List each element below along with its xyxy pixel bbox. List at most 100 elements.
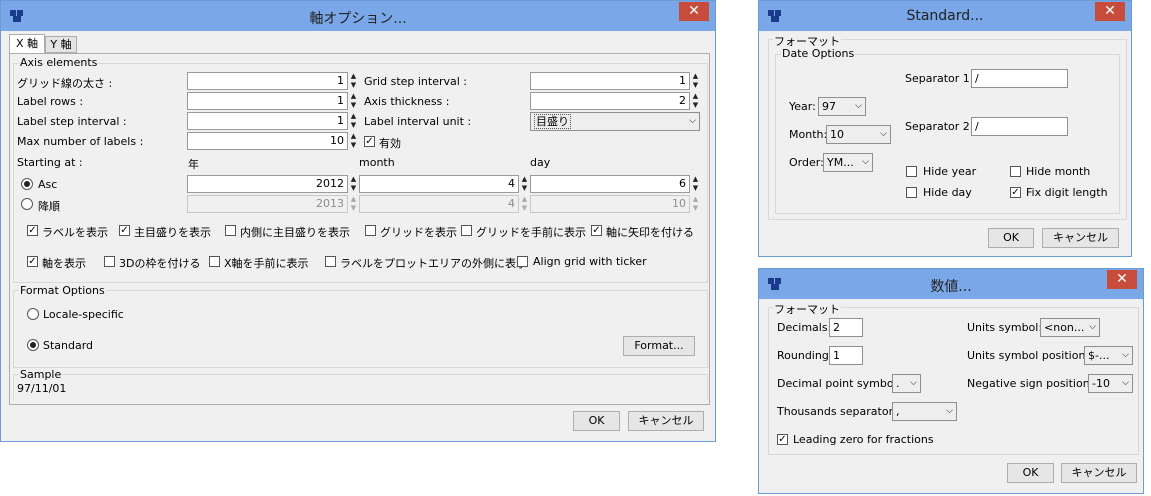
3d-frame-checkbox[interactable] bbox=[104, 256, 115, 267]
rounding-input[interactable]: 1 bbox=[829, 346, 863, 365]
title-bar[interactable]: 軸オプション... ✕ bbox=[1, 1, 715, 31]
x-axis-front-checkbox[interactable] bbox=[209, 256, 220, 267]
separator1-label: Separator 1: bbox=[905, 72, 974, 85]
tab-y-axis[interactable]: Y 軸 bbox=[45, 36, 77, 53]
cancel-button[interactable]: キャンセル bbox=[628, 411, 704, 431]
decimal-symbol-label: Decimal point symbol: bbox=[777, 377, 901, 390]
gridline-width-field[interactable]: 1 bbox=[187, 72, 348, 90]
chevron-down-icon: ⌵ bbox=[910, 378, 917, 388]
spin-arrows[interactable]: ▲ ▼ bbox=[349, 132, 358, 150]
labels-outside-checkbox[interactable] bbox=[325, 256, 336, 267]
show-major-ticks-label: 主目盛りを表示 bbox=[134, 226, 211, 239]
order-label: Order: bbox=[789, 156, 824, 169]
decimals-input[interactable]: 2 bbox=[829, 318, 863, 337]
grid-step-field[interactable]: 1 bbox=[530, 72, 690, 90]
spin-arrows[interactable]: ▲ ▼ bbox=[349, 175, 358, 193]
negative-position-label: Negative sign position: bbox=[967, 377, 1094, 390]
asc-month-field[interactable]: 4 bbox=[359, 175, 519, 193]
label-unit-select[interactable]: 目盛り ⌵ bbox=[530, 112, 700, 131]
separator1-input[interactable]: / bbox=[971, 69, 1068, 88]
show-labels-checkbox[interactable]: ✓ bbox=[27, 225, 38, 236]
show-grid-checkbox[interactable] bbox=[365, 225, 376, 236]
asc-year-field[interactable]: 2012 bbox=[187, 175, 348, 193]
asc-radio[interactable] bbox=[21, 178, 33, 190]
spin-arrows: ▲ ▼ bbox=[521, 195, 528, 212]
dialog-title: Standard... bbox=[906, 8, 984, 24]
spin-arrows: ▲ ▼ bbox=[692, 195, 699, 212]
month-select[interactable]: 10 ⌵ bbox=[826, 125, 891, 144]
grid-step-label: Grid step interval : bbox=[364, 75, 468, 88]
units-symbol-select[interactable]: <non... ⌵ bbox=[1040, 318, 1100, 337]
title-bar[interactable]: 数値... ✕ bbox=[759, 269, 1143, 299]
label-unit-label: Label interval unit : bbox=[364, 115, 472, 128]
close-icon[interactable]: ✕ bbox=[1107, 270, 1137, 289]
chevron-down-icon: ⌵ bbox=[880, 129, 887, 139]
cancel-button[interactable]: キャンセル bbox=[1042, 228, 1119, 248]
negative-position-select[interactable]: -10 ⌵ bbox=[1088, 374, 1133, 393]
ok-button[interactable]: OK bbox=[1007, 463, 1054, 483]
chevron-down-icon: ⌵ bbox=[946, 406, 953, 416]
spin-arrows[interactable]: ▲ ▼ bbox=[691, 92, 700, 110]
year-label: Year: bbox=[789, 100, 816, 113]
spin-arrows[interactable]: ▲ ▼ bbox=[691, 175, 700, 193]
separator2-input[interactable]: / bbox=[971, 117, 1068, 136]
label-rows-field[interactable]: 1 bbox=[187, 92, 348, 110]
order-select[interactable]: YM... ⌵ bbox=[823, 153, 873, 172]
fix-digit-checkbox[interactable]: ✓ bbox=[1010, 187, 1021, 198]
hide-month-checkbox[interactable] bbox=[1010, 166, 1021, 177]
order-value: YM... bbox=[827, 156, 854, 169]
year-value: 97 bbox=[822, 100, 836, 113]
spin-arrows[interactable]: ▲ ▼ bbox=[349, 92, 358, 110]
chevron-down-icon: ⌵ bbox=[855, 101, 862, 111]
spin-arrows[interactable]: ▲ ▼ bbox=[349, 112, 358, 130]
label-step-label: Label step interval : bbox=[17, 115, 127, 128]
desc-radio[interactable] bbox=[21, 198, 33, 210]
title-bar[interactable]: Standard... ✕ bbox=[759, 1, 1131, 31]
hide-year-checkbox[interactable] bbox=[906, 166, 917, 177]
spin-arrows[interactable]: ▲ ▼ bbox=[349, 72, 358, 90]
units-position-select[interactable]: $-... ⌵ bbox=[1084, 346, 1133, 365]
month-column-label: month bbox=[359, 156, 395, 169]
asc-day-field[interactable]: 6 bbox=[530, 175, 690, 193]
close-icon[interactable]: ✕ bbox=[1095, 2, 1125, 21]
inner-major-ticks-checkbox[interactable] bbox=[225, 225, 236, 236]
enabled-checkbox[interactable]: ✓ bbox=[364, 136, 375, 147]
gridline-width-label: グリッド線の太さ : bbox=[17, 77, 113, 90]
date-options-legend: Date Options bbox=[781, 47, 856, 60]
axis-thickness-field[interactable]: 2 bbox=[530, 92, 690, 110]
ok-button[interactable]: OK bbox=[573, 411, 620, 431]
decimals-label: Decimals: bbox=[777, 321, 832, 334]
grid-front-checkbox[interactable] bbox=[461, 225, 472, 236]
decimal-symbol-select[interactable]: . ⌵ bbox=[892, 374, 921, 393]
spin-arrows[interactable]: ▲ ▼ bbox=[520, 175, 529, 193]
format-options-group bbox=[13, 290, 708, 368]
starting-at-label: Starting at : bbox=[17, 156, 83, 169]
show-major-ticks-checkbox[interactable]: ✓ bbox=[119, 225, 130, 236]
tab-x-axis[interactable]: X 軸 bbox=[9, 34, 45, 54]
thousands-select[interactable]: , ⌵ bbox=[892, 402, 957, 421]
leading-zero-checkbox[interactable]: ✓ bbox=[777, 434, 788, 445]
units-position-label: Units symbol position: bbox=[967, 349, 1090, 362]
hide-day-checkbox[interactable] bbox=[906, 187, 917, 198]
chevron-down-icon: ⌵ bbox=[862, 157, 869, 167]
year-select[interactable]: 97 ⌵ bbox=[818, 97, 866, 116]
desc-month-field: 4 bbox=[359, 195, 519, 213]
day-column-label: day bbox=[530, 156, 551, 169]
format-button[interactable]: Format... bbox=[623, 336, 695, 356]
thousands-value: , bbox=[896, 405, 900, 418]
max-labels-field[interactable]: 10 bbox=[187, 132, 348, 150]
label-step-field[interactable]: 1 bbox=[187, 112, 348, 130]
align-grid-checkbox[interactable] bbox=[517, 256, 528, 267]
locale-specific-radio[interactable] bbox=[27, 308, 39, 320]
ok-button[interactable]: OK bbox=[988, 228, 1034, 248]
axis-thickness-label: Axis thickness : bbox=[364, 95, 450, 108]
label-rows-label: Label rows : bbox=[17, 95, 84, 108]
standard-radio[interactable] bbox=[27, 339, 39, 351]
standard-label: Standard bbox=[43, 339, 94, 352]
show-axis-checkbox[interactable]: ✓ bbox=[27, 256, 38, 267]
close-icon[interactable]: ✕ bbox=[679, 2, 709, 21]
cancel-button[interactable]: キャンセル bbox=[1061, 463, 1137, 483]
axis-arrow-checkbox[interactable]: ✓ bbox=[591, 225, 602, 236]
chevron-down-icon: ⌵ bbox=[689, 116, 696, 126]
spin-arrows[interactable]: ▲ ▼ bbox=[691, 72, 700, 90]
